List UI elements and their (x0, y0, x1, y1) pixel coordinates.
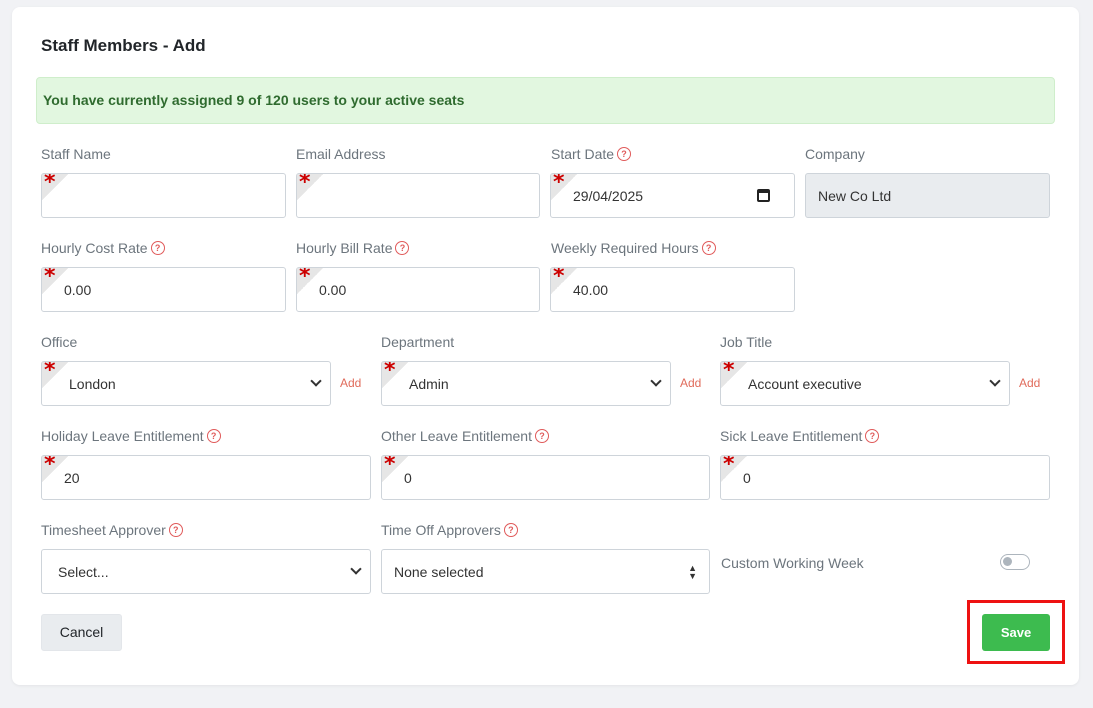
calendar-icon[interactable] (757, 189, 770, 202)
company-label: Company (805, 146, 865, 162)
required-marker: * (551, 174, 577, 200)
sick-leave-label: Sick Leave Entitlement? (720, 428, 880, 444)
start-date-label: Start Date? (551, 146, 632, 162)
chevron-down-icon (310, 375, 322, 387)
add-department-link[interactable]: Add (680, 376, 701, 390)
other-leave-label: Other Leave Entitlement? (381, 428, 549, 444)
sort-icon: ▲ ▼ (688, 563, 697, 581)
sick-leave-input[interactable]: * 0 (720, 455, 1050, 500)
required-marker: * (297, 268, 323, 294)
office-select[interactable]: * London (41, 361, 331, 406)
question-circle-icon[interactable]: ? (503, 523, 518, 537)
time-off-approvers-label: Time Off Approvers? (381, 522, 518, 538)
hourly-bill-rate-label: Hourly Bill Rate? (296, 240, 410, 256)
required-marker: * (382, 456, 408, 482)
question-circle-icon[interactable]: ? (865, 429, 880, 443)
seat-usage-alert: You have currently assigned 9 of 120 use… (36, 77, 1055, 124)
required-marker: * (42, 362, 68, 388)
toggle-knob (1003, 557, 1012, 566)
question-circle-icon[interactable]: ? (617, 147, 632, 161)
question-circle-icon[interactable]: ? (395, 241, 410, 255)
hourly-cost-rate-label: Hourly Cost Rate? (41, 240, 165, 256)
add-job-title-link[interactable]: Add (1019, 376, 1040, 390)
required-marker: * (382, 362, 408, 388)
holiday-leave-input[interactable]: * 20 (41, 455, 371, 500)
office-label: Office (41, 334, 78, 350)
department-select[interactable]: * Admin (381, 361, 671, 406)
staff-name-input[interactable]: * (41, 173, 286, 218)
other-leave-input[interactable]: * 0 (381, 455, 710, 500)
job-title-label: Job Title (720, 334, 773, 350)
chevron-down-icon (350, 563, 362, 575)
start-date-input[interactable]: * 29/04/2025 (550, 173, 795, 218)
weekly-required-hours-label: Weekly Required Hours? (551, 240, 716, 256)
timesheet-approver-select[interactable]: Select... (41, 549, 371, 594)
holiday-leave-label: Holiday Leave Entitlement? (41, 428, 221, 444)
chevron-down-icon (650, 375, 662, 387)
job-title-select[interactable]: * Account executive (720, 361, 1010, 406)
add-office-link[interactable]: Add (340, 376, 361, 390)
timesheet-approver-label: Timesheet Approver? (41, 522, 183, 538)
chevron-down-icon (989, 375, 1001, 387)
question-circle-icon[interactable]: ? (701, 241, 716, 255)
cancel-button[interactable]: Cancel (41, 614, 122, 651)
weekly-required-hours-input[interactable]: * 40.00 (550, 267, 795, 312)
required-marker: * (721, 362, 747, 388)
required-marker: * (42, 456, 68, 482)
required-marker: * (551, 268, 577, 294)
save-button[interactable]: Save (982, 614, 1050, 651)
question-circle-icon[interactable]: ? (150, 241, 165, 255)
department-label: Department (381, 334, 455, 350)
email-label: Email Address (296, 146, 386, 162)
staff-name-label: Staff Name (41, 146, 111, 162)
time-off-approvers-multiselect[interactable]: None selected ▲ ▼ (381, 549, 710, 594)
email-input[interactable]: * (296, 173, 540, 218)
hourly-bill-rate-input[interactable]: * 0.00 (296, 267, 540, 312)
hourly-cost-rate-input[interactable]: * 0.00 (41, 267, 286, 312)
company-input: New Co Ltd (805, 173, 1050, 218)
custom-working-week-label: Custom Working Week (721, 555, 864, 571)
custom-working-week-toggle[interactable] (1000, 554, 1030, 570)
question-circle-icon[interactable]: ? (206, 429, 221, 443)
required-marker: * (721, 456, 747, 482)
page-title: Staff Members - Add (41, 36, 206, 55)
required-marker: * (42, 174, 68, 200)
required-marker: * (297, 174, 323, 200)
question-circle-icon[interactable]: ? (168, 523, 183, 537)
question-circle-icon[interactable]: ? (534, 429, 549, 443)
required-marker: * (42, 268, 68, 294)
